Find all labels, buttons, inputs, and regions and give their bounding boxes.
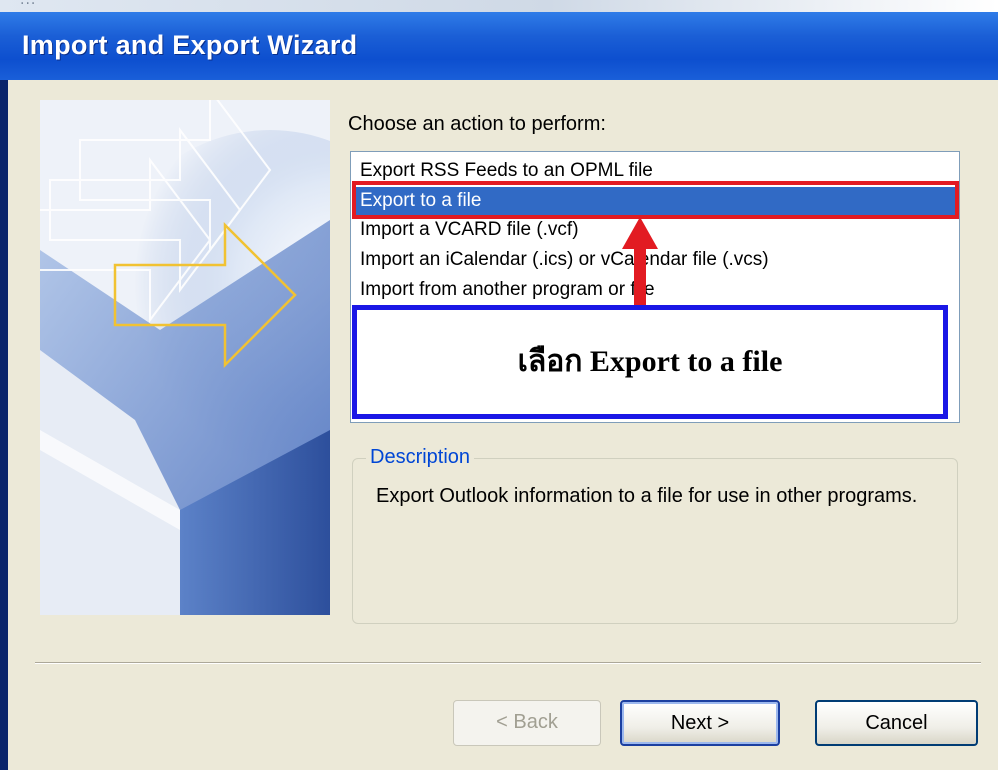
import-export-wizard-window: ... Import and Export Wizard Choose an a… — [0, 0, 998, 770]
top-cropped-strip: ... — [0, 0, 998, 12]
description-text: Export Outlook information to a file for… — [376, 485, 918, 507]
back-button[interactable]: < Back — [453, 700, 601, 746]
title-bar[interactable]: Import and Export Wizard — [0, 12, 998, 80]
description-label: Description — [366, 446, 475, 469]
top-cropped-text: ... — [20, 0, 37, 8]
action-prompt-label: Choose an action to perform: — [348, 113, 606, 135]
cancel-button[interactable]: Cancel — [815, 700, 978, 746]
highlight-red-box — [352, 181, 959, 219]
callout-text: เลือก Export to a file — [517, 345, 783, 378]
list-item-import-vcard[interactable]: Import a VCARD file (.vcf) — [360, 216, 579, 244]
window-title: Import and Export Wizard — [22, 30, 358, 60]
list-item-import-icalendar[interactable]: Import an iCalendar (.ics) or vCalendar … — [360, 246, 769, 274]
list-item-import-other-program[interactable]: Import from another program or file — [360, 276, 655, 304]
separator-line-highlight — [35, 663, 981, 664]
red-arrow-icon — [622, 217, 658, 313]
next-button[interactable]: Next > — [620, 700, 780, 746]
callout-blue-box: เลือก Export to a file — [352, 305, 948, 419]
wizard-artwork-graphic — [40, 100, 330, 615]
wizard-artwork — [40, 100, 330, 615]
